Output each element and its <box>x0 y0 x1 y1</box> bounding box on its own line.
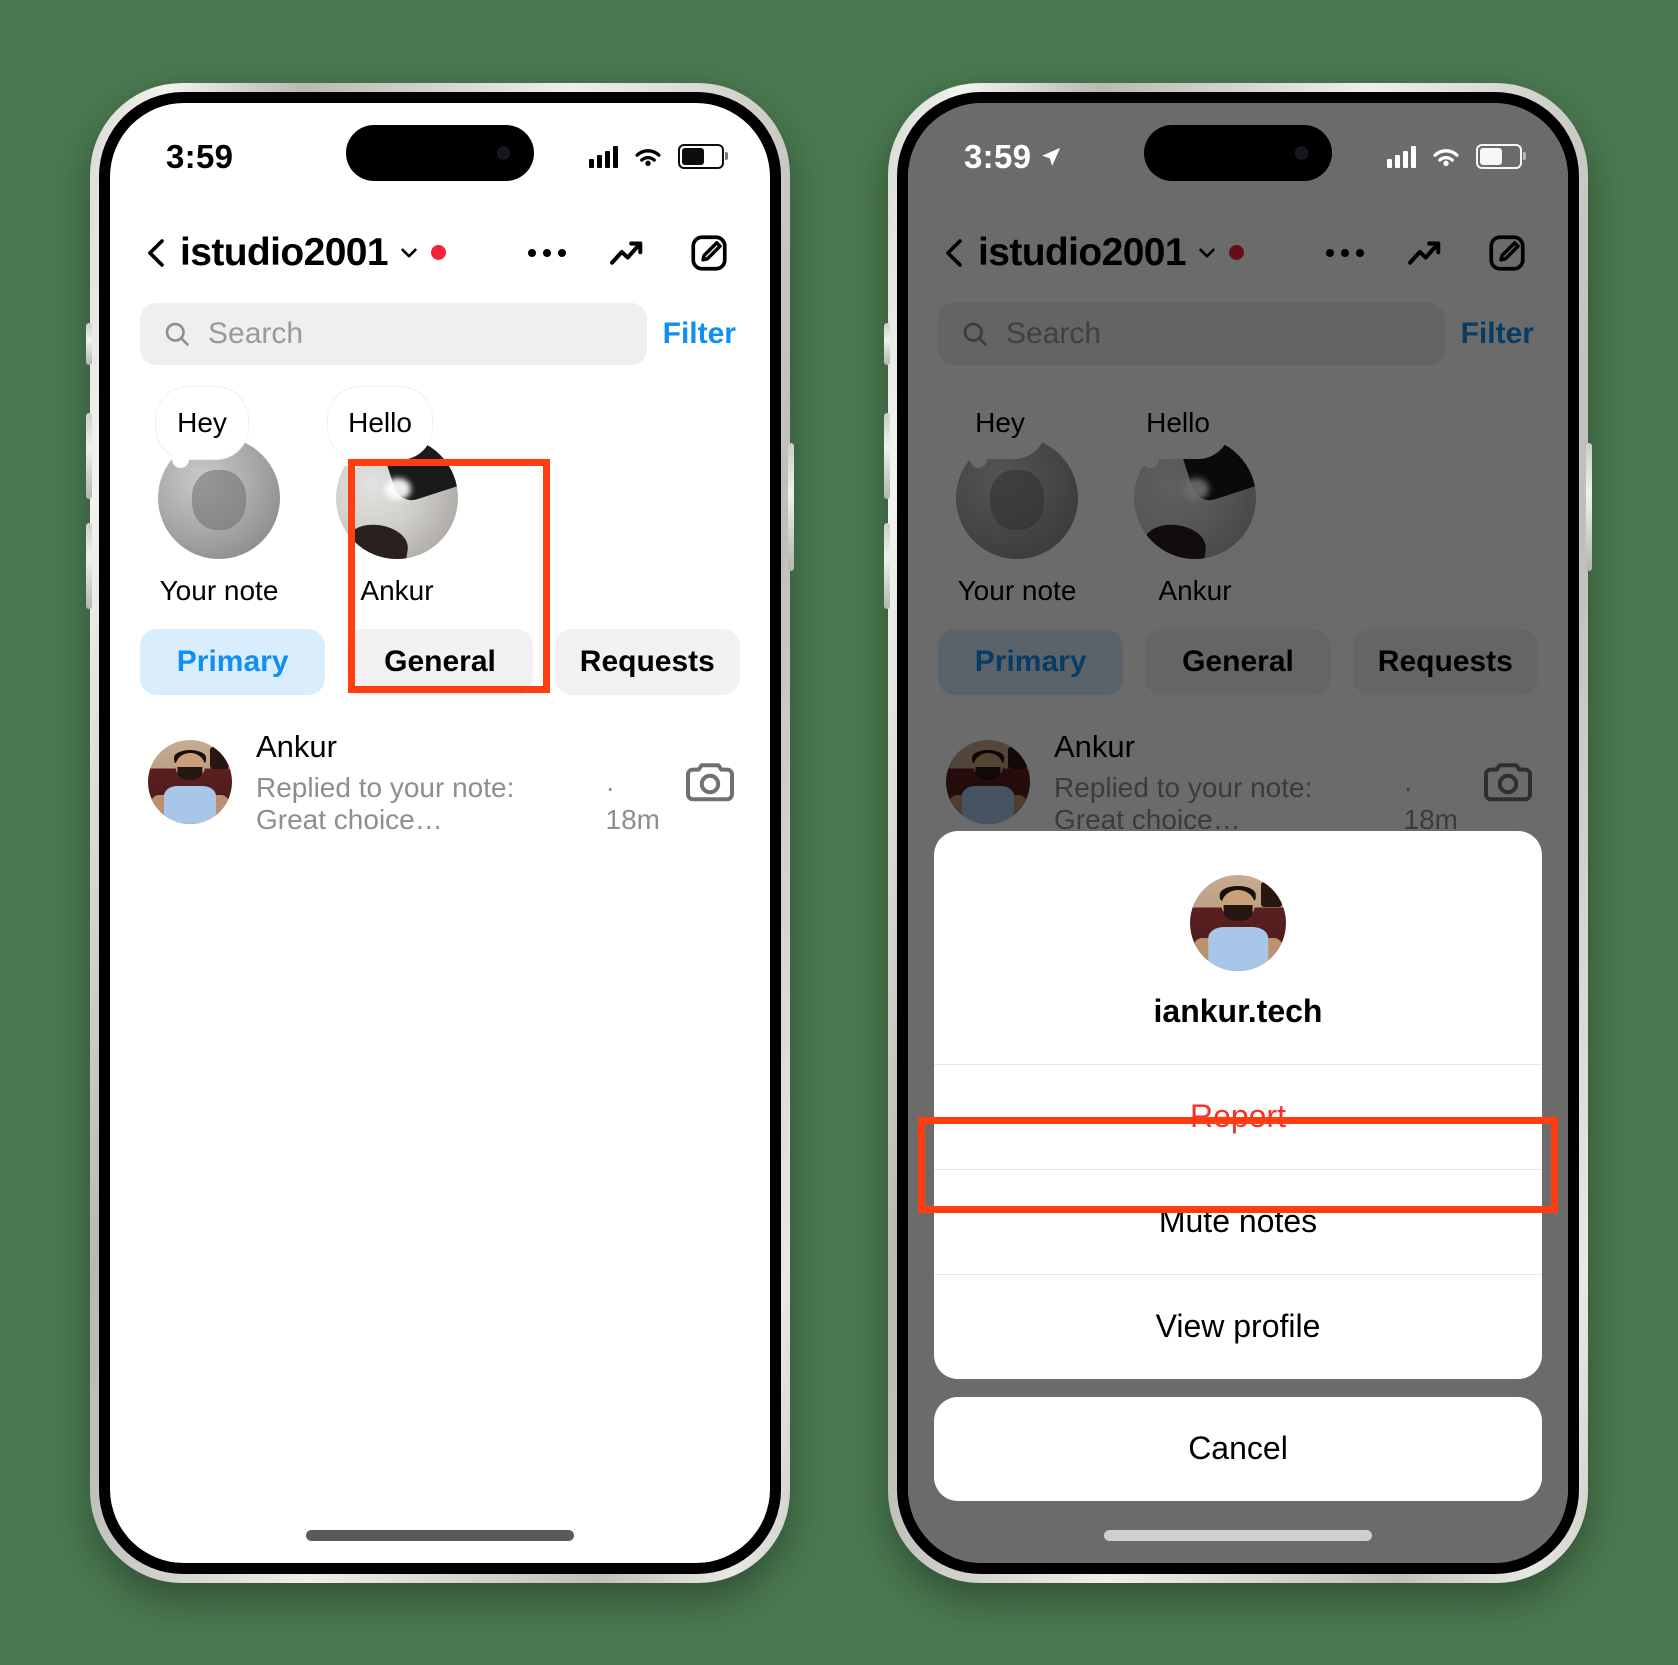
volume-up-button[interactable] <box>86 412 92 499</box>
screenshot-stage: 3:59 istudio2001 Search Filter Hey Your … <box>0 0 1678 1665</box>
report-button[interactable]: Report <box>934 1063 1542 1169</box>
page-title[interactable]: istudio2001 <box>180 231 389 275</box>
battery-icon <box>1476 144 1526 169</box>
mute-notes-button[interactable]: Mute notes <box>934 1168 1542 1274</box>
back-chevron-icon[interactable] <box>140 236 174 270</box>
conversation-preview-line: Replied to your note: Great choice… · 18… <box>256 772 660 836</box>
search-row: Search Filter <box>110 289 770 365</box>
conversation-text: Ankur Replied to your note: Great choice… <box>256 729 660 836</box>
silent-switch[interactable] <box>884 322 890 365</box>
screen-inbox: 3:59 istudio2001 Search Filter Hey Your … <box>110 102 770 1563</box>
status-indicators <box>1387 144 1526 170</box>
cancel-button[interactable]: Cancel <box>934 1396 1542 1501</box>
front-camera-icon <box>1295 146 1308 159</box>
phone-bezel-left: 3:59 istudio2001 Search Filter Hey Your … <box>99 91 781 1574</box>
conversation-row[interactable]: Ankur Replied to your note: Great choice… <box>110 695 770 836</box>
more-dots-icon[interactable] <box>528 248 566 257</box>
unread-dot-badge <box>430 245 446 260</box>
phone-right: 3:59 iankur.tech Report Mute notes View … <box>884 82 1592 1583</box>
avatar-photo <box>1190 874 1286 971</box>
volume-down-button[interactable] <box>86 522 92 609</box>
power-button[interactable] <box>1586 442 1592 571</box>
action-sheet: iankur.tech Report Mute notes View profi… <box>908 830 1568 1501</box>
status-time: 3:59 <box>166 137 234 175</box>
action-sheet-card: iankur.tech Report Mute notes View profi… <box>934 830 1542 1379</box>
note-item-ankur[interactable]: Hello Ankur <box>328 386 462 607</box>
battery-icon <box>678 144 728 169</box>
avatar-photo <box>148 740 232 824</box>
notes-tray: Hey Your note Hello Ankur <box>110 365 770 607</box>
cellular-bars-icon <box>1387 145 1416 168</box>
volume-down-button[interactable] <box>884 522 890 609</box>
home-indicator <box>306 1529 574 1541</box>
phone-left: 3:59 istudio2001 Search Filter Hey Your … <box>86 82 794 1583</box>
status-bar: 3:59 <box>908 103 1568 211</box>
status-clock: 3:59 <box>964 138 1064 176</box>
compose-pencil-icon[interactable] <box>688 232 730 274</box>
status-indicators <box>589 144 728 170</box>
account-handle: iankur.tech <box>1153 992 1323 1029</box>
note-label: Your note <box>159 574 279 606</box>
power-button[interactable] <box>788 442 794 571</box>
avatar <box>148 740 232 824</box>
status-time: 3:59 <box>964 137 1032 175</box>
conversation-time: · 18m <box>605 771 660 835</box>
screen-action-sheet: 3:59 iankur.tech Report Mute notes View … <box>908 102 1568 1563</box>
note-bubble: Hey <box>156 386 248 468</box>
dynamic-island <box>346 124 534 181</box>
action-sheet-header: iankur.tech <box>934 831 1542 1064</box>
status-bar: 3:59 <box>110 103 770 211</box>
nav-bar: istudio2001 <box>110 211 770 289</box>
avatar <box>1190 874 1286 971</box>
location-arrow-icon <box>1042 147 1061 166</box>
status-clock: 3:59 <box>166 138 233 176</box>
wifi-icon <box>635 148 661 166</box>
nav-actions <box>528 232 736 274</box>
tab-requests[interactable]: Requests <box>554 628 740 695</box>
tab-general[interactable]: General <box>347 628 533 695</box>
wifi-icon <box>1433 148 1459 166</box>
search-icon <box>165 322 189 346</box>
note-bubble: Hello <box>328 386 432 468</box>
phone-bezel-right: 3:59 iankur.tech Report Mute notes View … <box>897 91 1579 1574</box>
trending-up-icon[interactable] <box>606 232 648 274</box>
dynamic-island <box>1144 124 1332 181</box>
volume-up-button[interactable] <box>884 412 890 499</box>
filter-button[interactable]: Filter <box>663 317 740 351</box>
home-indicator <box>1104 1529 1372 1541</box>
cellular-bars-icon <box>589 145 618 168</box>
front-camera-icon <box>497 146 510 159</box>
view-profile-button[interactable]: View profile <box>934 1273 1542 1379</box>
search-placeholder: Search <box>208 316 304 350</box>
note-label: Ankur <box>360 574 434 606</box>
note-item-your-note[interactable]: Hey Your note <box>154 386 284 607</box>
conversation-name: Ankur <box>256 728 337 764</box>
camera-icon[interactable] <box>684 759 736 805</box>
search-input[interactable]: Search <box>140 302 647 365</box>
chevron-down-icon[interactable] <box>398 242 420 264</box>
silent-switch[interactable] <box>86 322 92 365</box>
inbox-tabs: Primary General Requests <box>110 607 770 695</box>
tab-primary[interactable]: Primary <box>140 628 326 695</box>
photo-glint <box>384 477 411 500</box>
conversation-preview: Replied to your note: Great choice… <box>256 771 515 835</box>
